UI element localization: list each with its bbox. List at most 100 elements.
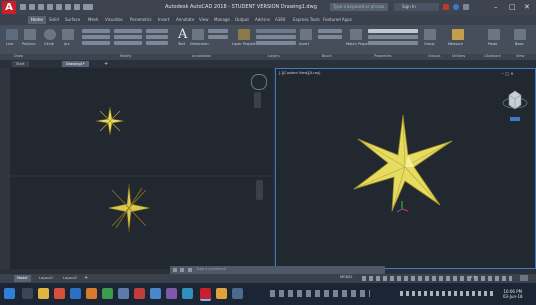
group-groups[interactable]: Groups [428, 54, 440, 58]
group-draw[interactable]: Draw [14, 54, 23, 58]
move-tool[interactable] [82, 29, 110, 33]
save-icon[interactable] [38, 4, 44, 10]
open-icon[interactable] [29, 4, 35, 10]
command-line[interactable]: Type a command [170, 266, 385, 274]
linetype-dropdown[interactable] [368, 35, 418, 39]
array-tool[interactable] [146, 41, 168, 45]
arc-icon[interactable] [62, 29, 74, 40]
tab-a360[interactable]: A360 [272, 16, 288, 24]
tab-mesh[interactable]: Mesh [85, 16, 102, 24]
layer-tools-row-2[interactable] [256, 41, 296, 45]
mail-icon[interactable] [182, 288, 193, 299]
layout-tab-layout2[interactable]: Layout2 [60, 275, 80, 282]
annotation-scale[interactable]: 1:1 [470, 275, 476, 279]
tab-annotate[interactable]: Annotate [173, 16, 197, 24]
minimize-button[interactable]: – [494, 3, 498, 11]
layout-tab-layout1[interactable]: Layout1 [36, 275, 56, 282]
taskbar-clock[interactable]: 10:06 PM 03-Jun-18 [503, 289, 523, 299]
close-icon[interactable] [173, 268, 177, 272]
tab-insert[interactable]: Insert [155, 16, 172, 24]
file-tab-drawing[interactable]: Drawing1* [62, 61, 89, 67]
photos-icon[interactable] [118, 288, 129, 299]
settings-icon[interactable] [180, 268, 184, 272]
status-bar-toggles[interactable] [362, 276, 512, 281]
powerpoint-icon[interactable] [86, 288, 97, 299]
folder-icon[interactable] [216, 288, 227, 299]
tab-manage[interactable]: Manage [211, 16, 233, 24]
app-icon[interactable] [232, 288, 243, 299]
status-model-indicator[interactable]: MODEL [340, 275, 353, 279]
chrome-icon[interactable] [54, 288, 65, 299]
group-layers[interactable]: Layers [268, 54, 280, 58]
insert-icon[interactable] [300, 29, 312, 40]
leader-tool[interactable] [208, 29, 228, 33]
group-utilities[interactable]: Utilities [452, 54, 465, 58]
polyline-icon[interactable] [24, 29, 36, 40]
app-menu-button[interactable]: A [2, 1, 16, 14]
media-icon[interactable] [134, 288, 145, 299]
viewport-top-left[interactable] [10, 68, 273, 175]
plot-icon[interactable] [56, 4, 62, 10]
customization-icon[interactable] [520, 275, 528, 281]
autocad-taskbar-icon[interactable] [200, 288, 211, 301]
viewport-right-3d[interactable]: [-][Custom View][X-ray] – □ ✕ [275, 68, 536, 269]
layout-tab-model[interactable]: Model [14, 275, 31, 282]
base-icon[interactable] [514, 29, 526, 40]
stretch-tool[interactable] [82, 41, 110, 45]
tab-parametric[interactable]: Parametric [127, 16, 155, 24]
sign-in-button[interactable]: Sign In [394, 3, 439, 11]
line-icon[interactable] [6, 29, 18, 40]
layer-dropdown[interactable] [256, 29, 296, 33]
system-tray[interactable] [400, 291, 495, 296]
text-icon[interactable]: A [178, 27, 187, 42]
tab-surface[interactable]: Surface [62, 16, 83, 24]
maximize-button[interactable]: □ [509, 3, 516, 11]
fillet-tool[interactable] [146, 35, 168, 39]
group-properties[interactable]: Properties [374, 54, 392, 58]
scale-tool[interactable] [114, 41, 142, 45]
tab-express-tools[interactable]: Express Tools [290, 16, 323, 24]
viewport-window-controls[interactable]: – □ ✕ [502, 71, 514, 76]
group-modify[interactable]: Modify [120, 54, 132, 58]
create-block-tool[interactable] [318, 29, 342, 33]
paste-icon[interactable] [488, 29, 500, 40]
viewport-controls-label[interactable]: [-][Custom View][X-ray] [279, 71, 320, 75]
search-taskbar-icon[interactable] [22, 288, 33, 299]
autodesk-360-icon[interactable] [453, 4, 459, 10]
help-icon[interactable] [463, 4, 469, 10]
command-input[interactable]: Type a command [196, 267, 226, 271]
color-dropdown[interactable] [368, 29, 418, 33]
pinned-apps[interactable] [270, 290, 370, 297]
redo-icon[interactable] [74, 4, 80, 10]
circle-icon[interactable] [44, 29, 56, 40]
group-icon[interactable] [424, 29, 436, 40]
tab-featured-apps[interactable]: Featured Apps [320, 16, 355, 24]
match-properties-icon[interactable] [350, 29, 362, 40]
undo-icon[interactable] [65, 4, 71, 10]
excel-icon[interactable] [102, 288, 113, 299]
tab-solid[interactable]: Solid [46, 16, 62, 24]
navigation-bar[interactable] [254, 92, 261, 108]
layer-properties-icon[interactable] [238, 29, 250, 40]
close-button[interactable]: ✕ [524, 3, 530, 11]
rotate-tool[interactable] [114, 29, 142, 33]
store-icon[interactable] [150, 288, 161, 299]
tab-add-ins[interactable]: Add-ins [252, 16, 273, 24]
file-explorer-icon[interactable] [38, 288, 49, 299]
new-tab-icon[interactable]: + [104, 61, 108, 67]
group-annotation[interactable]: Annotation [192, 54, 211, 58]
trim-tool[interactable] [146, 29, 168, 33]
group-clipboard[interactable]: Clipboard [484, 54, 501, 58]
tool-palette-strip[interactable] [0, 68, 10, 269]
exchange-icon[interactable] [443, 4, 449, 10]
tab-home[interactable]: Home [28, 16, 46, 24]
measure-icon[interactable] [452, 29, 464, 40]
tab-view[interactable]: View [196, 16, 212, 24]
tab-output[interactable]: Output [232, 16, 252, 24]
dimension-icon[interactable] [192, 29, 204, 40]
viewport-bottom-left[interactable] [10, 177, 273, 269]
tab-visualize[interactable]: Visualize [102, 16, 126, 24]
workspace-dropdown[interactable] [83, 4, 93, 10]
word-icon[interactable] [70, 288, 81, 299]
lineweight-dropdown[interactable] [368, 41, 418, 45]
